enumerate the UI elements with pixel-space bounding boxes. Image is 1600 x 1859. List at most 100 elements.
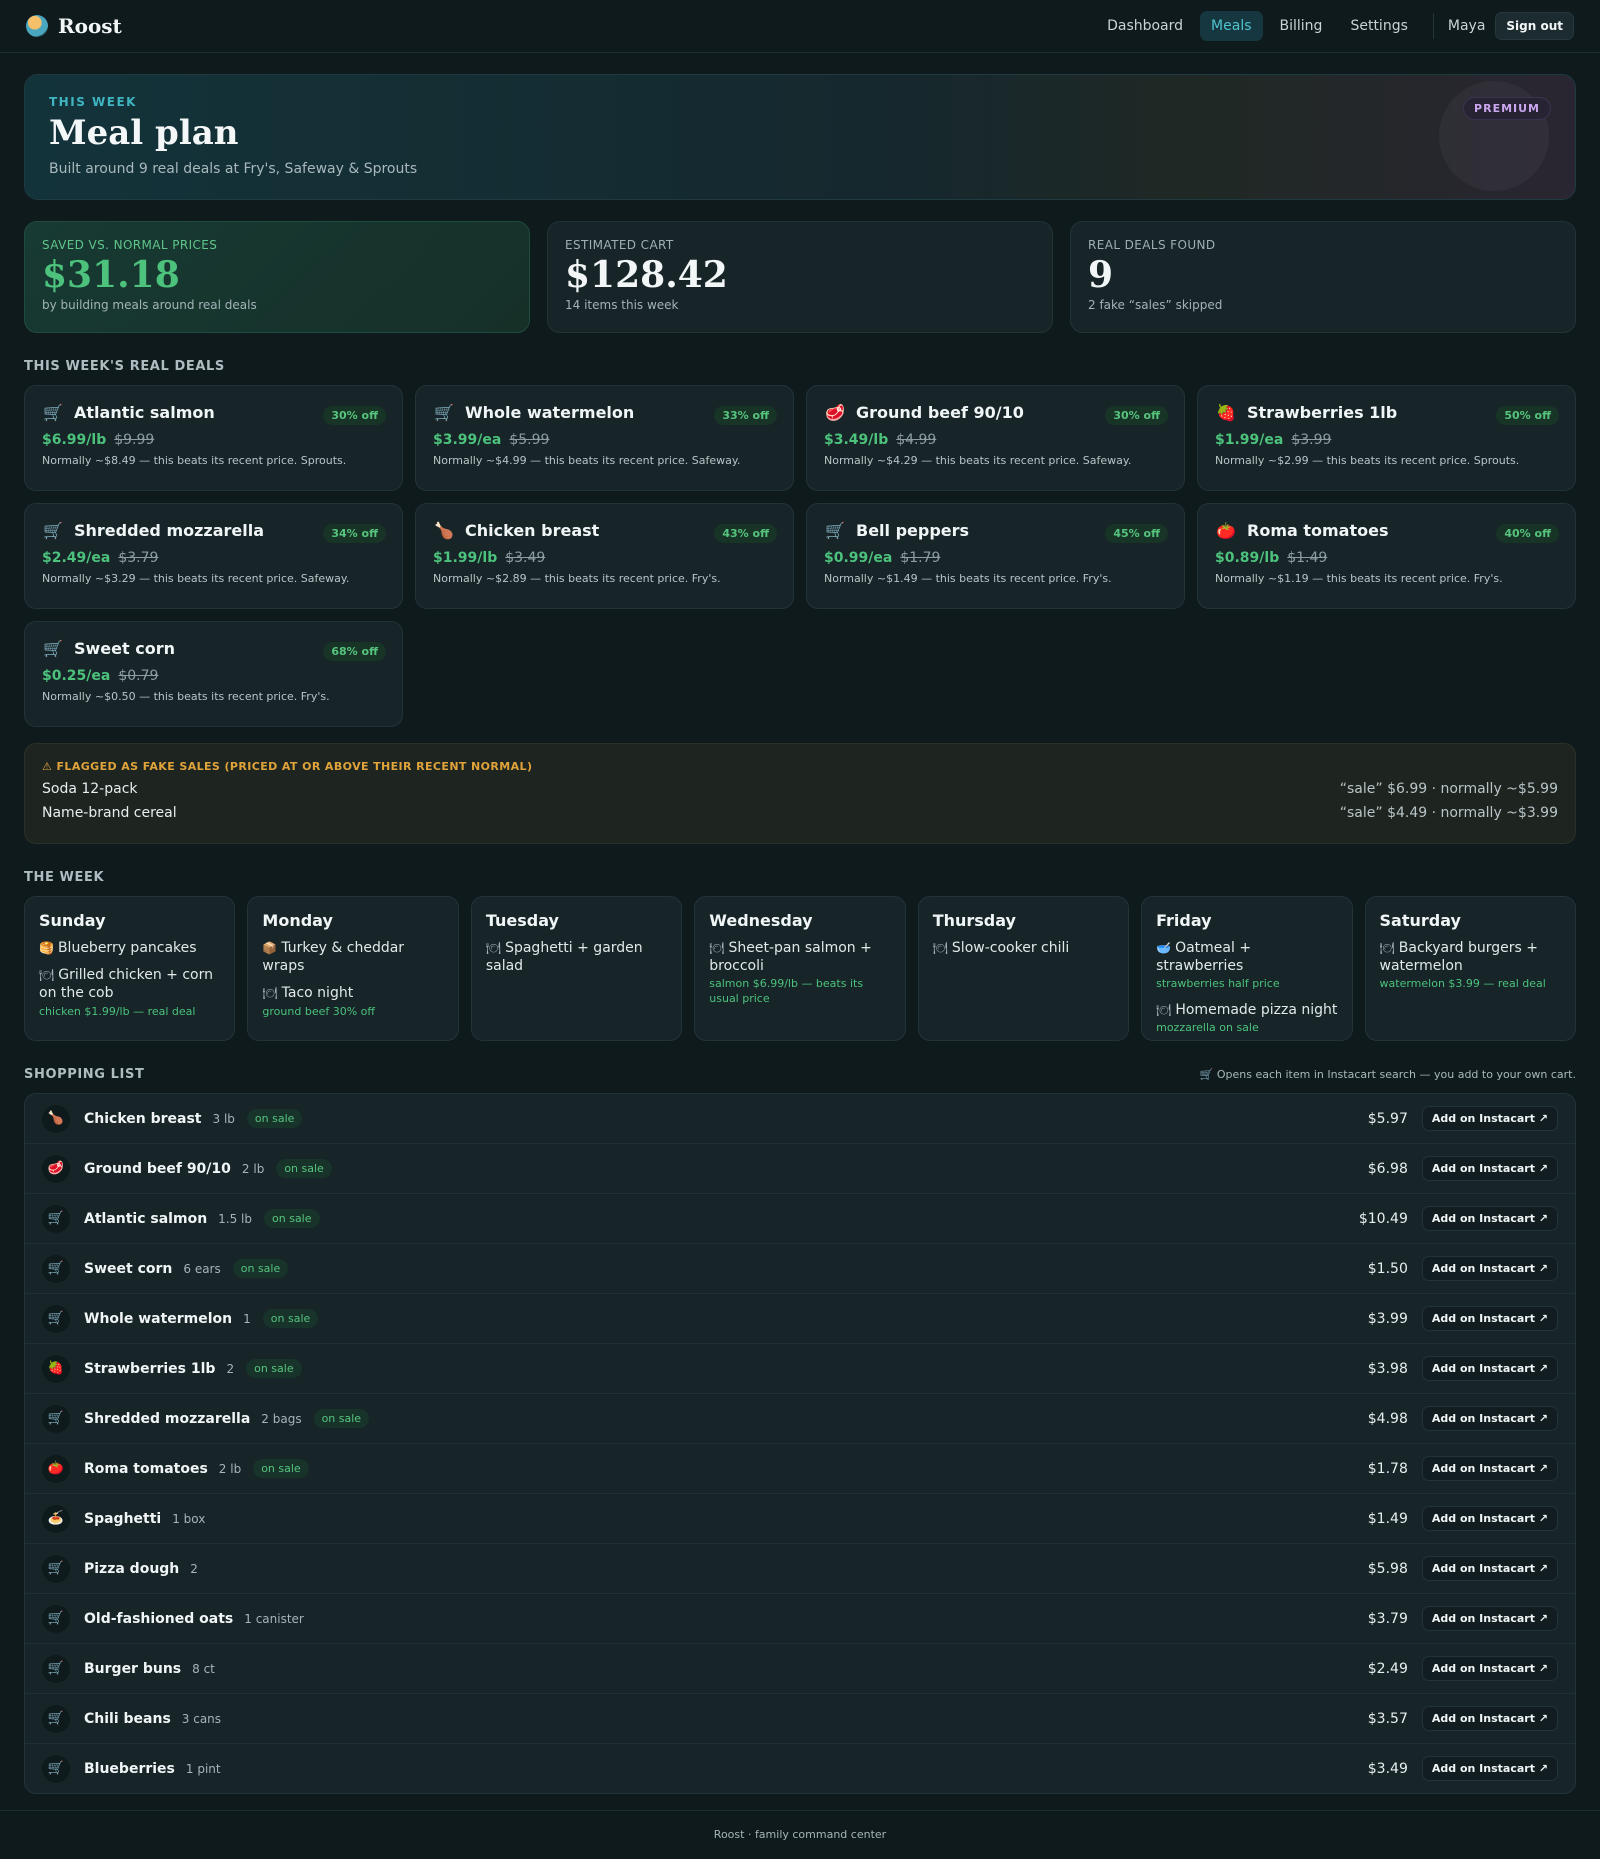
item-name: Chili beans bbox=[84, 1710, 171, 1727]
deal-prices: $2.49/ea $3.79 bbox=[42, 550, 385, 566]
item-price: $3.57 bbox=[1367, 1710, 1408, 1727]
day-name: Wednesday bbox=[709, 911, 813, 930]
meal-item[interactable]: 🍽 Spaghetti + garden salad bbox=[486, 939, 667, 975]
plate-icon: 🍽 bbox=[485, 941, 502, 955]
add-on-instacart-button[interactable]: Add on Instacart ↗ bbox=[1421, 1606, 1558, 1631]
stat-label: SAVED VS. NORMAL PRICES bbox=[42, 238, 218, 252]
add-on-instacart-button[interactable]: Add on Instacart ↗ bbox=[1421, 1206, 1558, 1231]
item-price: $4.98 bbox=[1367, 1410, 1408, 1427]
shopping-row: 🛒 Chili beans 3 cans $3.57 Add on Instacart … bbox=[25, 1694, 1575, 1744]
stat-card-saved: SAVED VS. NORMAL PRICES $31.18 by buildi… bbox=[24, 221, 530, 333]
deal-prices: $0.25/ea $0.79 bbox=[42, 668, 385, 684]
shopping-header: SHOPPING LIST 🛒 Opens each item in Insta… bbox=[24, 1067, 1576, 1082]
add-on-instacart-button[interactable]: Add on Instacart ↗ bbox=[1421, 1556, 1558, 1581]
deal-prices: $3.49/lb $4.99 bbox=[824, 432, 1167, 448]
deal-price: $2.49/ea bbox=[42, 550, 111, 566]
meal-name: Turkey & cheddar wraps bbox=[262, 940, 405, 975]
brand[interactable]: Roost bbox=[26, 14, 122, 38]
discount-badge: 68% off bbox=[323, 642, 386, 661]
deal-prices: $3.99/ea $5.99 bbox=[433, 432, 776, 448]
deal-old-price: $1.79 bbox=[900, 550, 941, 566]
meal-item[interactable]: 🍽 Grilled chicken + corn on the cob chicke… bbox=[39, 966, 220, 1019]
deal-card[interactable]: 🛒 Shredded mozzarella 34% off $2.49/ea $3.79… bbox=[24, 503, 403, 609]
meal-item[interactable]: 📦 Turkey & cheddar wraps bbox=[262, 939, 443, 975]
cart-icon: 🛒 bbox=[42, 1754, 70, 1783]
meal-item[interactable]: 🍽 Sheet-pan salmon + broccoli salmon $6.99… bbox=[709, 939, 890, 1006]
day-name: Saturday bbox=[1379, 911, 1461, 930]
deal-card[interactable]: 🛒 Atlantic salmon 30% off $6.99/lb $9.99 Norm… bbox=[24, 385, 403, 491]
meal-deal-note: salmon $6.99/lb — beats its usual price bbox=[709, 977, 864, 1005]
sign-out-button[interactable]: Sign out bbox=[1495, 12, 1574, 40]
pancake-icon: 🥞 bbox=[39, 941, 54, 955]
meal-item[interactable]: 🍽 Backyard burgers + watermelon watermelon… bbox=[1380, 939, 1561, 992]
fake-sale-row: Soda 12-pack “sale” $6.99 · normally ~$5… bbox=[42, 781, 1558, 797]
meal-name: Slow-cooker chili bbox=[951, 940, 1070, 956]
add-on-instacart-button[interactable]: Add on Instacart ↗ bbox=[1421, 1706, 1558, 1731]
add-on-instacart-button[interactable]: Add on Instacart ↗ bbox=[1421, 1456, 1558, 1481]
item-name: Sweet corn bbox=[84, 1260, 173, 1277]
nav-item-billing[interactable]: Billing bbox=[1269, 11, 1334, 41]
meal-item[interactable]: 🥣 Oatmeal + strawberries strawberries half… bbox=[1156, 939, 1337, 992]
item-name: Atlantic salmon bbox=[84, 1210, 208, 1227]
nav-item-meals[interactable]: Meals bbox=[1200, 11, 1263, 41]
add-on-instacart-button[interactable]: Add on Instacart ↗ bbox=[1421, 1156, 1558, 1181]
deal-card[interactable]: 🛒 Sweet corn 68% off $0.25/ea $0.79 Normally … bbox=[24, 621, 403, 727]
stat-value: $31.18 bbox=[42, 254, 180, 296]
deals-section-title: THIS WEEK'S REAL DEALS bbox=[24, 359, 225, 374]
fake-sales-panel: ⚠ FLAGGED AS FAKE SALES (PRICED AT OR AB… bbox=[24, 743, 1576, 844]
nav-item-dashboard[interactable]: Dashboard bbox=[1096, 11, 1194, 41]
top-nav: Roost Dashboard Meals Billing Settings M… bbox=[0, 0, 1600, 53]
tomato-icon: 🍅 bbox=[42, 1454, 70, 1483]
plate-icon: 🍽 bbox=[1156, 1002, 1172, 1017]
shopping-row: 🍗 Chicken breast 3 lb on sale $5.97 Add on In… bbox=[25, 1094, 1575, 1144]
cart-icon: 🛒 bbox=[43, 403, 63, 422]
add-on-instacart-button[interactable]: Add on Instacart ↗ bbox=[1421, 1406, 1558, 1431]
deal-card[interactable]: 🍅 Roma tomatoes 40% off $0.89/lb $1.49 Normal… bbox=[1197, 503, 1576, 609]
premium-badge: PREMIUM bbox=[1463, 97, 1551, 120]
meal-item[interactable]: 🥞 Blueberry pancakes bbox=[39, 939, 220, 957]
deal-old-price: $0.79 bbox=[118, 668, 159, 684]
deal-card[interactable]: 🍓 Strawberries 1lb 50% off $1.99/ea $3.99 Nor… bbox=[1197, 385, 1576, 491]
fake-sale-detail: “sale” $4.49 · normally ~$3.99 bbox=[1339, 805, 1558, 821]
meal-item[interactable]: 🍽 Slow-cooker chili bbox=[933, 939, 1114, 957]
deal-price: $3.99/ea bbox=[433, 432, 502, 448]
shopping-row: 🛒 Old-fashioned oats 1 canister $3.79 Add on… bbox=[25, 1594, 1575, 1644]
meal-item[interactable]: 🍽 Homemade pizza night mozzarella on sale bbox=[1156, 1001, 1337, 1035]
add-on-instacart-button[interactable]: Add on Instacart ↗ bbox=[1421, 1256, 1558, 1281]
item-quantity: 2 bbox=[226, 1361, 235, 1376]
deal-note: Normally ~$3.29 — this beats its recent … bbox=[42, 572, 350, 585]
fake-sale-name: Name-brand cereal bbox=[42, 805, 177, 821]
shopping-row: 🍝 Spaghetti 1 box $1.49 Add on Instacart ↗ bbox=[25, 1494, 1575, 1544]
plate-icon: 🍽 bbox=[1379, 941, 1395, 955]
deal-card[interactable]: 🍗 Chicken breast 43% off $1.99/lb $3.49 Norma… bbox=[415, 503, 794, 609]
item-name: Whole watermelon bbox=[84, 1310, 233, 1327]
day-card-monday: Monday 📦 Turkey & cheddar wraps 🍽 Taco night… bbox=[247, 896, 459, 1041]
shopping-row: 🛒 Atlantic salmon 1.5 lb on sale $10.49 Add o… bbox=[25, 1194, 1575, 1244]
plate-icon: 🍽 bbox=[39, 968, 55, 983]
day-card-wednesday: Wednesday 🍽 Sheet-pan salmon + broccoli sal… bbox=[694, 896, 906, 1041]
meal-name: Blueberry pancakes bbox=[57, 940, 197, 956]
meal-deal-note: watermelon $3.99 — real deal bbox=[1379, 977, 1546, 991]
add-on-instacart-button[interactable]: Add on Instacart ↗ bbox=[1421, 1306, 1558, 1331]
deal-card[interactable]: 🛒 Whole watermelon 33% off $3.99/ea $5.99 Nor… bbox=[415, 385, 794, 491]
add-on-instacart-button[interactable]: Add on Instacart ↗ bbox=[1421, 1356, 1558, 1381]
nav-item-settings[interactable]: Settings bbox=[1339, 11, 1418, 41]
roost-logo-icon bbox=[26, 15, 48, 37]
day-name: Friday bbox=[1156, 911, 1212, 930]
add-on-instacart-button[interactable]: Add on Instacart ↗ bbox=[1421, 1656, 1558, 1681]
shopping-row: 🛒 Pizza dough 2 $5.98 Add on Instacart ↗ bbox=[25, 1544, 1575, 1594]
plate-icon: 🍽 bbox=[709, 941, 725, 955]
deal-card[interactable]: 🛒 Bell peppers 45% off $0.99/ea $1.79 Normall… bbox=[806, 503, 1185, 609]
deal-card[interactable]: 🥩 Ground beef 90/10 30% off $3.49/lb $4.99 No… bbox=[806, 385, 1185, 491]
deal-price: $0.99/ea bbox=[824, 550, 893, 566]
day-card-tuesday: Tuesday 🍽 Spaghetti + garden salad bbox=[470, 896, 683, 1041]
add-on-instacart-button[interactable]: Add on Instacart ↗ bbox=[1421, 1506, 1558, 1531]
fake-sale-name: Soda 12-pack bbox=[42, 781, 138, 797]
meal-name: Grilled chicken + corn on the cob bbox=[39, 967, 213, 1002]
meal-name: Taco night bbox=[281, 985, 354, 1002]
add-on-instacart-button[interactable]: Add on Instacart ↗ bbox=[1421, 1756, 1558, 1781]
strawberry-icon: 🍓 bbox=[1216, 403, 1236, 422]
meal-item[interactable]: 🍽 Taco night ground beef 30% off bbox=[262, 984, 443, 1018]
add-on-instacart-button[interactable]: Add on Instacart ↗ bbox=[1421, 1106, 1558, 1131]
stat-subtext: by building meals around real deals bbox=[42, 298, 257, 312]
